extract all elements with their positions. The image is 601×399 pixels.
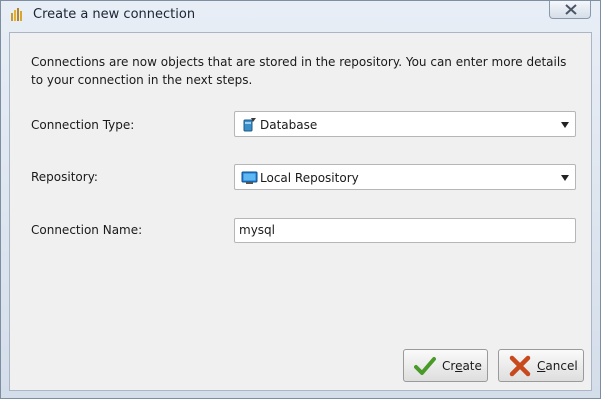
checkmark-icon bbox=[414, 355, 436, 380]
connection-type-value: Database bbox=[260, 118, 318, 132]
repository-label: Repository: bbox=[31, 170, 98, 184]
app-icon bbox=[9, 7, 25, 23]
connection-name-input[interactable]: mysql bbox=[234, 218, 576, 243]
create-button-label: Create bbox=[442, 359, 482, 373]
chevron-down-icon[interactable] bbox=[561, 122, 569, 128]
cancel-button[interactable]: Cancel bbox=[498, 349, 584, 382]
connection-type-label: Connection Type: bbox=[31, 118, 135, 132]
cancel-button-label: Cancel bbox=[537, 359, 578, 373]
dialog-window: Create a new connection Connections are … bbox=[0, 0, 601, 399]
title-bar[interactable]: Create a new connection bbox=[1, 1, 600, 29]
repository-value: Local Repository bbox=[260, 171, 359, 185]
database-icon bbox=[241, 117, 257, 132]
close-button[interactable] bbox=[549, 1, 591, 19]
create-button[interactable]: Create bbox=[403, 349, 488, 382]
connection-name-label: Connection Name: bbox=[31, 223, 143, 237]
dialog-body: Connections are now objects that are sto… bbox=[9, 32, 592, 391]
repository-select[interactable]: Local Repository bbox=[234, 164, 576, 190]
monitor-icon bbox=[241, 170, 258, 185]
close-icon bbox=[565, 4, 577, 15]
chevron-down-icon[interactable] bbox=[561, 175, 569, 181]
connection-type-select[interactable]: Database bbox=[234, 111, 576, 137]
window-title: Create a new connection bbox=[33, 7, 196, 22]
cross-icon bbox=[509, 355, 531, 380]
dialog-description: Connections are now objects that are sto… bbox=[31, 55, 567, 87]
